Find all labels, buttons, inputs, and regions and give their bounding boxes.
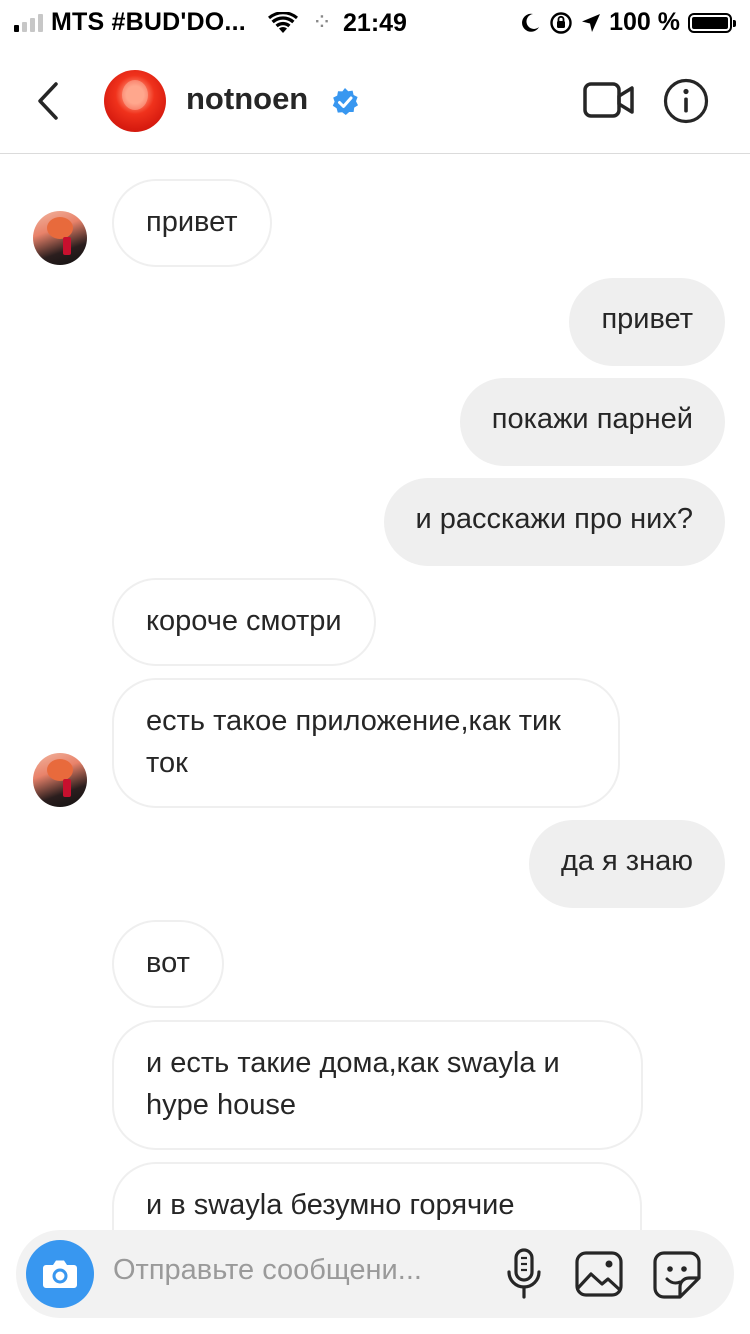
battery-icon xyxy=(688,12,736,33)
incoming-message[interactable]: и есть такие дома,как swayla и hype hous… xyxy=(112,1020,643,1150)
video-call-icon[interactable] xyxy=(583,80,635,120)
back-arrow-icon[interactable] xyxy=(30,78,70,124)
incoming-message[interactable]: привет xyxy=(112,179,272,267)
sender-avatar[interactable] xyxy=(33,211,87,265)
username[interactable]: notnoen xyxy=(186,81,308,117)
verified-badge-icon xyxy=(332,88,358,115)
camera-icon xyxy=(43,1260,77,1288)
microphone-icon[interactable] xyxy=(504,1248,544,1300)
chat-header: notnoen xyxy=(0,50,750,154)
outgoing-message[interactable]: привет xyxy=(569,278,725,366)
outgoing-message[interactable]: покажи парней xyxy=(459,378,725,466)
camera-button[interactable] xyxy=(26,1240,94,1308)
incoming-message[interactable]: есть такое приложение,как тик ток xyxy=(112,678,620,808)
incoming-message[interactable]: и в swayla безумно горячие xyxy=(112,1162,642,1230)
location-arrow-icon xyxy=(582,13,601,32)
gallery-icon[interactable] xyxy=(574,1250,624,1298)
message-input[interactable]: Отправьте сообщени... xyxy=(113,1254,422,1287)
status-bar: MTS #BUD'DO... ⁘ 21:49 100 % xyxy=(0,0,750,50)
avatar[interactable] xyxy=(104,70,166,132)
outgoing-message[interactable]: да я знаю xyxy=(528,820,725,908)
moon-icon xyxy=(522,13,540,32)
outgoing-message[interactable]: и расскажи про них? xyxy=(383,478,725,566)
sender-avatar[interactable] xyxy=(33,753,87,807)
incoming-message[interactable]: вот xyxy=(112,920,224,1008)
incoming-message[interactable]: короче смотри xyxy=(112,578,376,666)
info-icon[interactable] xyxy=(663,78,709,124)
message-thread[interactable]: привет привет покажи парней и расскажи п… xyxy=(0,154,750,1230)
sticker-icon[interactable] xyxy=(652,1250,702,1300)
orientation-lock-icon xyxy=(550,11,572,34)
battery-percent: 100 % xyxy=(609,8,680,36)
message-composer: Отправьте сообщени... xyxy=(16,1230,734,1318)
